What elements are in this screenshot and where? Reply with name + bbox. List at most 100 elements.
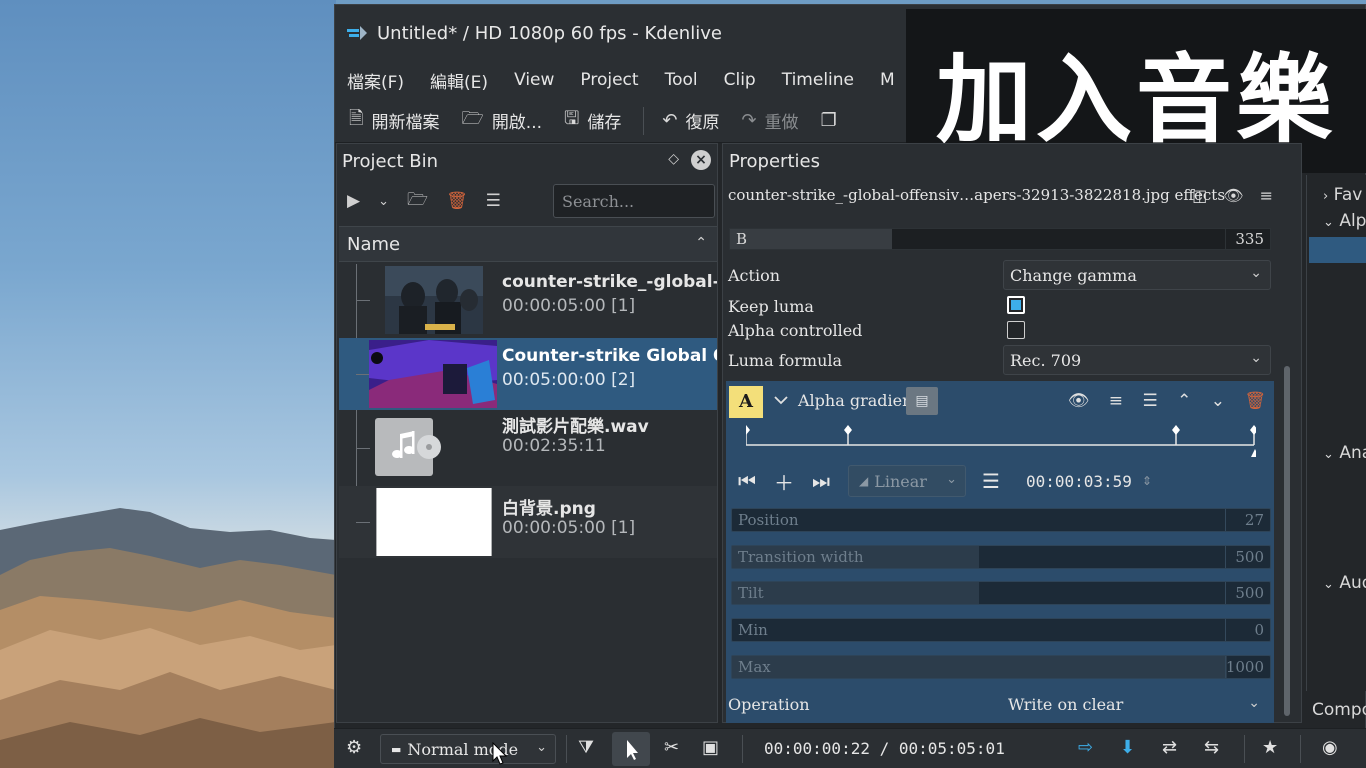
cs-soldiers-thumbnail	[385, 266, 483, 334]
search-input[interactable]: Search...	[553, 184, 715, 218]
properties-scrollbar[interactable]	[1283, 326, 1291, 722]
sort-chevron-icon: ⌃	[695, 235, 707, 251]
name-column-header[interactable]: Name ⌃	[339, 226, 717, 262]
scrollbar-thumb[interactable]	[1284, 366, 1290, 716]
move-up-icon[interactable]: ⌃	[1177, 391, 1191, 411]
tree-item-audio[interactable]: ⌄ Aud	[1323, 573, 1366, 593]
chevron-down-icon[interactable]: ⌄	[378, 194, 389, 209]
new-file-button[interactable]: 🗎 開新檔案	[349, 106, 439, 136]
position-slider[interactable]: Position 27	[731, 508, 1271, 532]
eye-icon[interactable]: 👁	[1068, 391, 1090, 411]
b-parameter-slider[interactable]: B 335	[729, 228, 1271, 250]
tree-item-analysis[interactable]: ⌄ Ana	[1323, 443, 1366, 463]
list-item[interactable]: 測試影片配樂.wav 00:02:35:11	[339, 412, 717, 484]
effect-badge[interactable]: A	[729, 386, 763, 418]
luma-formula-label: Luma formula	[728, 351, 843, 370]
operation-label: Operation	[728, 695, 810, 714]
spacer-tool-icon[interactable]: ⧩	[578, 737, 594, 758]
list-item[interactable]: 白背景.png 00:00:05:00 [1]	[339, 486, 717, 558]
keyframe-timeline[interactable]	[746, 423, 1256, 459]
timeline-toolbar: ⚙ ▬ Normal mode ⌄ ⧩ ✂ ▣ 00:00:00:22 / 00…	[334, 728, 1366, 768]
item-duration: 00:00:05:00 [1]	[502, 296, 636, 316]
keep-luma-label: Keep luma	[728, 297, 814, 316]
razor-tool-icon[interactable]: ✂	[664, 737, 679, 758]
mouse-cursor-icon	[492, 742, 508, 765]
project-bin-title: Project Bin	[342, 150, 439, 172]
trash-icon[interactable]: 🗑	[446, 191, 468, 211]
menu-icon[interactable]: ☰	[982, 469, 1000, 493]
float-panel-icon[interactable]: ◇	[668, 151, 679, 167]
keyframe-transport: ⏮︎ ＋ ⏭︎ ◢ Linear ⌄ ☰ 00:00:03:59 ⇕	[738, 463, 1258, 499]
action-select[interactable]: Change gamma ⌄	[1003, 260, 1271, 290]
selection-tool-button[interactable]	[612, 732, 650, 766]
tilt-slider[interactable]: Tilt 500	[731, 581, 1271, 605]
extract-icon[interactable]: ⇄	[1162, 737, 1177, 758]
desktop-wallpaper	[0, 0, 336, 768]
open-button[interactable]: 🗁 開啟...	[461, 106, 542, 136]
insert-icon[interactable]: ⇨	[1078, 737, 1093, 758]
add-keyframe-icon[interactable]: ＋	[774, 467, 794, 496]
next-keyframe-icon[interactable]: ⏭︎	[812, 469, 830, 493]
min-slider[interactable]: Min 0	[731, 618, 1271, 642]
copy-button[interactable]: ❐	[821, 110, 845, 131]
timeline-mode-select[interactable]: ▬ Normal mode ⌄	[380, 734, 556, 764]
menu-icon[interactable]: ☰	[1142, 391, 1157, 411]
menu-more[interactable]: M	[880, 70, 895, 90]
save-button[interactable]: 🖫 儲存	[564, 106, 621, 136]
eye-icon[interactable]: 👁	[1223, 186, 1259, 205]
action-label: Action	[728, 266, 780, 285]
redo-button[interactable]: ↷ 重做	[741, 108, 798, 133]
chevron-down-icon[interactable]: ⌄	[1248, 695, 1260, 711]
menu-project[interactable]: Project	[580, 70, 638, 90]
undo-button[interactable]: ↶ 復原	[662, 108, 719, 133]
add-folder-icon[interactable]: 🗁	[407, 187, 428, 216]
settings-icon[interactable]: ≡	[1260, 186, 1289, 205]
interpolation-icon: ◢	[859, 474, 869, 488]
menu-edit[interactable]: 編輯(E)	[430, 68, 488, 93]
play-circle-icon[interactable]: ◉	[1322, 737, 1338, 758]
interpolation-select[interactable]: ◢ Linear ⌄	[848, 465, 966, 497]
folder-icon: 🗁	[461, 107, 484, 129]
slip-tool-icon[interactable]: ▣	[702, 737, 719, 758]
lift-icon[interactable]: ⇆	[1204, 737, 1219, 758]
add-clip-icon[interactable]: ▶︎	[347, 191, 360, 211]
luma-formula-select[interactable]: Rec. 709 ⌄	[1003, 345, 1271, 375]
selected-tree-row[interactable]	[1309, 237, 1366, 263]
favorite-star-icon[interactable]: ★	[1262, 737, 1278, 758]
keep-luma-checkbox[interactable]	[1007, 296, 1025, 314]
max-slider[interactable]: Max 1000	[731, 655, 1271, 679]
collapse-chevron-icon[interactable]	[774, 395, 788, 405]
list-item[interactable]: Counter-strike Global Offensive 00:05:00…	[339, 338, 717, 410]
item-duration: 00:00:05:00 [1]	[502, 518, 636, 538]
compositions-tab[interactable]: Compo	[1312, 700, 1366, 720]
project-bin-toolbar: ▶︎ ⌄ 🗁 🗑 ☰ Search...	[337, 178, 717, 224]
sliders-icon[interactable]: ⚙	[346, 737, 362, 758]
effect-name: Alpha gradient	[798, 391, 919, 410]
compare-icon[interactable]: ◫	[1192, 186, 1223, 205]
trash-icon[interactable]: 🗑	[1244, 391, 1266, 411]
list-item[interactable]: counter-strike_-global-offensive 00:00:0…	[339, 264, 717, 336]
effects-tree-panel: › Fav ⌄ Alp ⌄ Ana ⌄ Aud	[1306, 175, 1366, 691]
item-name: counter-strike_-global-offensive	[502, 272, 717, 292]
menu-timeline[interactable]: Timeline	[782, 70, 854, 90]
menu-file[interactable]: 檔案(F)	[347, 68, 404, 93]
bin-item-list: counter-strike_-global-offensive 00:00:0…	[339, 264, 717, 724]
tree-item-alpha[interactable]: ⌄ Alp	[1323, 211, 1366, 231]
move-down-icon[interactable]: ⌄	[1211, 391, 1225, 411]
menu-tool[interactable]: Tool	[665, 70, 698, 90]
keyframe-graph-icon[interactable]: ▤	[906, 387, 938, 415]
menu-clip[interactable]: Clip	[724, 70, 756, 90]
transition-width-slider[interactable]: Transition width 500	[731, 545, 1271, 569]
overwrite-icon[interactable]: ⬇	[1120, 737, 1135, 758]
close-panel-icon[interactable]: ×	[691, 150, 711, 170]
settings-icon[interactable]: ≡	[1109, 391, 1123, 411]
menu-view[interactable]: View	[514, 70, 554, 90]
tree-item-favorites[interactable]: › Fav	[1323, 185, 1362, 205]
alpha-controlled-checkbox[interactable]	[1007, 321, 1025, 339]
spin-arrows-icon[interactable]: ⇕	[1142, 474, 1152, 488]
keyframe-timecode[interactable]: 00:00:03:59	[1026, 472, 1132, 491]
operation-select[interactable]: Write on clear	[1008, 695, 1123, 714]
previous-keyframe-icon[interactable]: ⏮︎	[738, 469, 756, 493]
caption-text: 加入音樂	[936, 43, 1336, 156]
menu-icon[interactable]: ☰	[486, 191, 501, 211]
